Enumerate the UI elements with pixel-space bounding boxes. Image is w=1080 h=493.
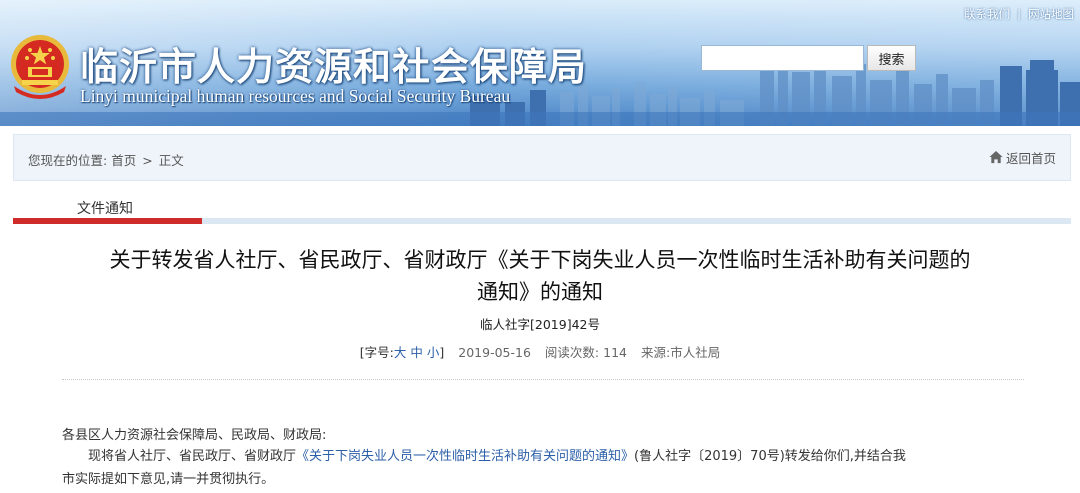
para-text-start: 现将省人社厅、省民政厅、省财政厅 [88, 449, 297, 464]
article-meta: [字号:大 中 小] 2019-05-16 阅读次数: 114 来源:市人社局 [40, 342, 1040, 361]
article-title: 关于转发省人社厅、省民政厅、省财政厅《关于下岗失业人员一次性临时生活补助有关问题… [40, 244, 1040, 308]
back-home-link[interactable]: 返回首页 [988, 148, 1056, 167]
site-title: 临沂市人力资源和社会保障局 [80, 44, 588, 89]
site-map-link[interactable]: 网站地图 [1028, 7, 1074, 21]
font-size-prefix: [字号: [359, 345, 394, 360]
breadcrumb-home-link[interactable]: 首页 [111, 153, 136, 168]
source-value: 市人社局 [670, 345, 721, 360]
body-paragraph: 现将省人社厅、省民政厅、省财政厅《关于下岗失业人员一次性临时生活补助有关问题的通… [62, 445, 1024, 491]
back-home-label: 返回首页 [1005, 151, 1056, 166]
document-number: 临人社字[2019]42号 [480, 317, 600, 332]
site-banner: 临沂市人力资源和社会保障局 Linyi municipal human reso… [0, 0, 1080, 126]
font-size-large-link[interactable]: 大 [394, 345, 407, 360]
search-input[interactable] [701, 45, 864, 71]
breadcrumb-separator: > [142, 153, 153, 168]
font-size-control: [字号:大 中 小] [360, 345, 445, 360]
national-emblem-icon [11, 35, 69, 99]
article-title-line1: 关于转发省人社厅、省民政厅、省财政厅《关于下岗失业人员一次性临时生活补助有关问题… [109, 248, 971, 272]
tab-strip [13, 218, 1071, 224]
contact-us-link[interactable]: 联系我们 [964, 7, 1010, 21]
para-text-rest: (鲁人社字〔2019〕70号)转发给你们,并结合我 [634, 449, 906, 464]
salutation: 各县区人力资源社会保障局、民政局、财政局: [62, 428, 327, 443]
source-label: 来源: [640, 345, 671, 360]
font-size-medium-link[interactable]: 中 [410, 345, 423, 360]
font-size-suffix: ] [439, 345, 445, 360]
font-size-small-link[interactable]: 小 [427, 345, 440, 360]
para-text-line2: 市实际提如下意见,请一并贯彻执行。 [62, 472, 275, 487]
tab-file-notice[interactable]: 文件通知 [77, 198, 133, 218]
breadcrumb: 您现在的位置: 首页 > 正文 [28, 150, 184, 169]
top-links-separator: | [1017, 7, 1021, 21]
search-button[interactable]: 搜索 [867, 45, 916, 71]
breadcrumb-current: 正文 [158, 153, 184, 168]
top-links: 联系我们 | 网站地图 [964, 6, 1074, 22]
article-title-line2: 通知》的通知 [477, 280, 603, 304]
site-subtitle: Linyi municipal human resources and Soci… [80, 86, 511, 106]
breadcrumb-bar: 您现在的位置: 首页 > 正文 返回首页 [13, 134, 1071, 181]
divider [62, 379, 1024, 380]
referenced-notice-title: 《关于下岗失业人员一次性临时生活补助有关问题的通知》 [296, 449, 635, 464]
active-tab-indicator [13, 218, 202, 224]
read-count-label: 阅读次数: [544, 345, 600, 360]
read-count: 114 [603, 345, 627, 360]
home-icon [989, 150, 1003, 164]
publish-date: 2019-05-16 [458, 345, 531, 360]
breadcrumb-prefix: 您现在的位置: [28, 153, 108, 168]
